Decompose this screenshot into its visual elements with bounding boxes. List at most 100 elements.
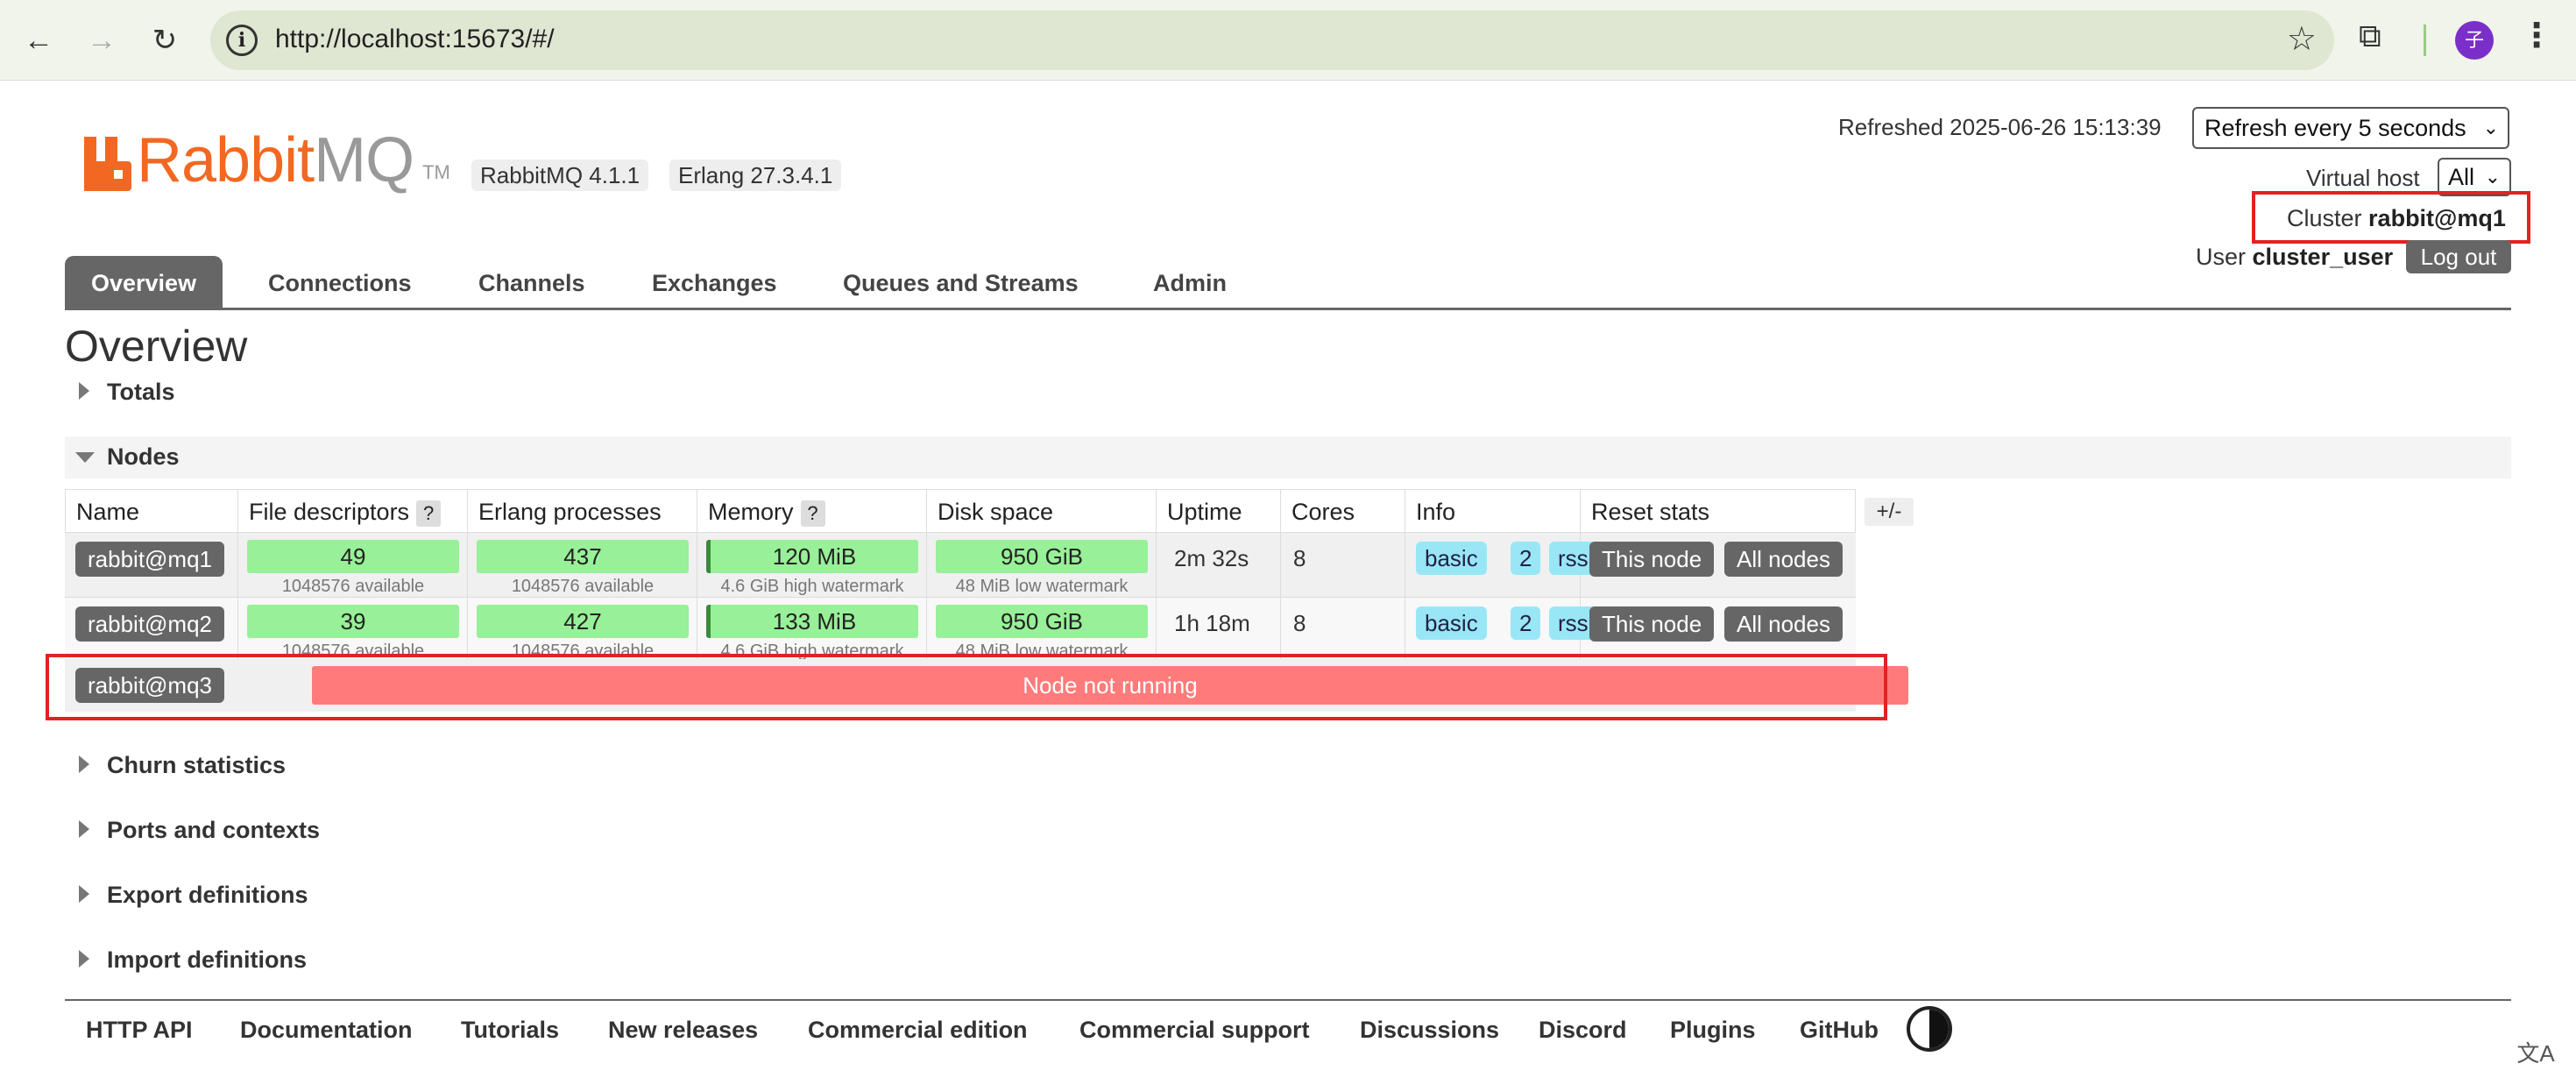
cores-value: 8 — [1293, 610, 1306, 636]
fd-bar: 49 — [247, 540, 459, 573]
info-count-tag[interactable]: 2 — [1511, 606, 1541, 640]
disk-bar: 950 GiB — [936, 605, 1148, 638]
help-icon[interactable]: ? — [800, 500, 825, 527]
theme-toggle-icon[interactable] — [1907, 1006, 1952, 1052]
disk-bar: 950 GiB — [936, 540, 1148, 573]
cluster-info: Cluster rabbit@mq1 — [2287, 205, 2506, 231]
chevron-down-icon: ⌄ — [2484, 166, 2501, 188]
back-button[interactable]: ← — [14, 16, 63, 65]
footer-link-new-releases[interactable]: New releases — [608, 1017, 758, 1044]
logo-wordmark: RabbitMQ — [137, 125, 414, 195]
header-name: Name — [65, 489, 238, 533]
browser-menu-icon[interactable]: ⋮ — [2520, 16, 2553, 55]
extensions-icon[interactable]: ⧉ — [2359, 18, 2381, 55]
caret-right-icon — [79, 820, 89, 838]
reset-all-nodes-button[interactable]: All nodes — [1724, 542, 1843, 577]
info-basic-tag[interactable]: basic — [1416, 542, 1487, 575]
erl-bar: 437 — [477, 540, 689, 573]
toolbar-separator — [2424, 25, 2426, 56]
memory-bar: 120 MiB — [706, 540, 918, 573]
bookmark-star-icon[interactable]: ☆ — [2287, 19, 2317, 59]
profile-avatar[interactable]: 子 — [2455, 21, 2494, 60]
chevron-down-icon: ⌄ — [2482, 117, 2499, 138]
main-tabs: Overview Connections Channels Exchanges … — [65, 256, 2511, 310]
header-memory: Memory? — [697, 489, 927, 533]
refresh-interval-select[interactable]: Refresh every 5 seconds ⌄ — [2192, 107, 2509, 149]
section-ports-and-contexts[interactable]: Ports and contexts — [65, 810, 2511, 852]
arrow-right-icon: → — [87, 23, 117, 57]
caret-right-icon — [79, 382, 89, 400]
memory-bar: 133 MiB — [706, 605, 918, 638]
section-churn-statistics[interactable]: Churn statistics — [65, 745, 2511, 787]
memory-watermark: 4.6 GiB high watermark — [720, 577, 904, 596]
translate-icon[interactable]: 文A — [2516, 1034, 2555, 1073]
caret-down-icon — [75, 452, 95, 463]
header-cores: Cores — [1281, 489, 1405, 533]
fd-available: 1048576 available — [281, 577, 425, 596]
reset-this-node-button[interactable]: This node — [1589, 542, 1715, 577]
uptime-value: 2m 32s — [1174, 545, 1249, 571]
info-basic-tag[interactable]: basic — [1416, 606, 1487, 640]
header-info: Info — [1405, 489, 1581, 533]
help-icon[interactable]: ? — [416, 500, 442, 527]
footer-link-documentation[interactable]: Documentation — [240, 1017, 413, 1044]
caret-right-icon — [79, 885, 89, 903]
rabbitmq-version-badge: RabbitMQ 4.1.1 — [471, 160, 649, 191]
footer-divider — [65, 999, 2511, 1001]
cluster-name: rabbit@mq1 — [2368, 205, 2506, 231]
node-name-button[interactable]: rabbit@mq2 — [75, 606, 225, 642]
disk-watermark: 48 MiB low watermark — [955, 577, 1129, 596]
section-nodes[interactable]: Nodes — [65, 436, 2511, 479]
reload-icon: ↻ — [152, 24, 178, 57]
rabbitmq-logo-icon — [84, 137, 131, 191]
footer-link-plugins[interactable]: Plugins — [1670, 1017, 1756, 1044]
header-disk-space: Disk space — [927, 489, 1157, 533]
fd-bar: 39 — [247, 605, 459, 638]
section-export-definitions[interactable]: Export definitions — [65, 875, 2511, 917]
section-totals[interactable]: Totals — [65, 372, 2511, 414]
footer-link-tutorials[interactable]: Tutorials — [461, 1017, 559, 1044]
erl-available: 1048576 available — [511, 577, 655, 596]
tab-channels[interactable]: Channels — [478, 256, 585, 310]
footer-link-commercial-edition[interactable]: Commercial edition — [808, 1017, 1028, 1044]
forward-button[interactable]: → — [77, 16, 126, 65]
footer-link-http-api[interactable]: HTTP API — [86, 1017, 193, 1044]
footer-link-github[interactable]: GitHub — [1800, 1017, 1879, 1044]
rabbitmq-logo[interactable]: RabbitMQ TM — [84, 124, 450, 195]
header-uptime: Uptime — [1157, 489, 1281, 533]
cores-value: 8 — [1293, 545, 1306, 571]
reset-all-nodes-button[interactable]: All nodes — [1724, 606, 1843, 642]
erl-bar: 427 — [477, 605, 689, 638]
caret-right-icon — [79, 755, 89, 773]
vhost-label: Virtual host — [2306, 165, 2420, 191]
tab-admin[interactable]: Admin — [1153, 256, 1227, 310]
reload-button[interactable]: ↻ — [140, 16, 189, 65]
page-title: Overview — [65, 322, 248, 371]
table-row: rabbit@mq1 49 1048576 available 437 104857… — [65, 533, 1856, 598]
columns-toggle-button[interactable]: +/- — [1865, 498, 1914, 526]
address-url[interactable]: http://localhost:15673/#/ — [275, 25, 555, 54]
header-file-descriptors: File descriptors? — [238, 489, 468, 533]
table-row: rabbit@mq2 39 1048576 available 427 104857… — [65, 598, 1856, 663]
arrow-left-icon: ← — [24, 23, 53, 57]
uptime-value: 1h 18m — [1174, 610, 1250, 636]
footer-link-commercial-support[interactable]: Commercial support — [1079, 1017, 1310, 1044]
logo-trademark: TM — [422, 161, 450, 183]
tab-connections[interactable]: Connections — [268, 256, 412, 310]
reset-this-node-button[interactable]: This node — [1589, 606, 1715, 642]
browser-toolbar: ← → ↻ i http://localhost:15673/#/ ☆ ⧉ 子 … — [0, 0, 2576, 81]
node-down-highlight-box — [46, 654, 1887, 720]
caret-right-icon — [79, 950, 89, 968]
header-reset-stats: Reset stats — [1581, 489, 1856, 533]
footer-link-discord[interactable]: Discord — [1539, 1017, 1627, 1044]
address-bar[interactable]: i http://localhost:15673/#/ ☆ — [210, 11, 2334, 70]
info-count-tag[interactable]: 2 — [1511, 542, 1541, 575]
node-name-button[interactable]: rabbit@mq1 — [75, 542, 225, 577]
tab-exchanges[interactable]: Exchanges — [652, 256, 777, 310]
footer-link-discussions[interactable]: Discussions — [1360, 1017, 1499, 1044]
tab-overview[interactable]: Overview — [65, 256, 223, 310]
header-erlang-processes: Erlang processes — [468, 489, 697, 533]
site-info-icon[interactable]: i — [226, 25, 258, 56]
tab-queues-and-streams[interactable]: Queues and Streams — [843, 256, 1079, 310]
section-import-definitions[interactable]: Import definitions — [65, 940, 2511, 982]
